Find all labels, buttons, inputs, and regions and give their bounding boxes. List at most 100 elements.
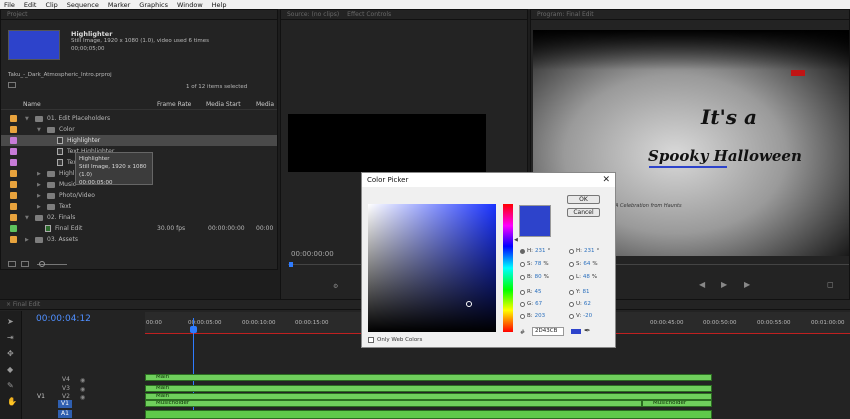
close-icon[interactable]: ✕: [602, 175, 610, 185]
chevron-down-icon[interactable]: ▼: [37, 127, 41, 133]
tab-program[interactable]: Program: Final Edit: [537, 11, 594, 18]
ok-button[interactable]: OK: [567, 195, 600, 204]
clip-musicholder-1[interactable]: Musicholder: [145, 400, 642, 407]
source-timecode[interactable]: 00:00:00:00: [291, 250, 334, 258]
chevron-right-icon[interactable]: ▶: [37, 182, 41, 188]
eye-icon[interactable]: ◉: [80, 386, 85, 393]
radio-button[interactable]: [569, 313, 574, 319]
only-web-colors-checkbox[interactable]: Only Web Colors: [368, 337, 422, 343]
menu-clip[interactable]: Clip: [45, 1, 57, 9]
track-select-tool-icon[interactable]: ⇥: [7, 333, 14, 342]
hand-tool-icon[interactable]: ✋: [7, 397, 17, 406]
field-u[interactable]: U: 62: [569, 301, 593, 307]
radio-button[interactable]: [569, 261, 574, 267]
field-b-hsb[interactable]: B: 80%: [520, 274, 549, 280]
source-playhead[interactable]: [289, 262, 293, 267]
menu-file[interactable]: File: [4, 1, 15, 9]
radio-button[interactable]: [520, 313, 525, 319]
menu-window[interactable]: Window: [177, 1, 203, 9]
menu-graphics[interactable]: Graphics: [139, 1, 168, 9]
tab-timeline[interactable]: × Final Edit: [6, 301, 40, 308]
clip-main-v4[interactable]: Main: [145, 374, 712, 381]
chevron-right-icon[interactable]: ▶: [37, 193, 41, 199]
step-back-icon[interactable]: ◀: [699, 280, 705, 289]
column-media[interactable]: Media: [256, 101, 274, 108]
icon-view-icon[interactable]: [21, 261, 29, 267]
zoom-slider-handle[interactable]: [39, 261, 45, 267]
play-icon[interactable]: ▶: [721, 280, 727, 289]
chevron-right-icon[interactable]: ▶: [37, 171, 41, 177]
chevron-right-icon[interactable]: ▶: [37, 204, 41, 210]
checkbox[interactable]: [368, 337, 374, 343]
field-v[interactable]: V: -20: [569, 313, 594, 319]
clip-main-v3[interactable]: Main: [145, 385, 712, 392]
radio-button[interactable]: [569, 301, 574, 307]
column-media-start[interactable]: Media Start: [206, 101, 241, 108]
clip-audio-a1[interactable]: [145, 410, 712, 419]
chevron-down-icon[interactable]: ▼: [25, 116, 29, 122]
menu-edit[interactable]: Edit: [24, 1, 37, 9]
eyedropper-icon[interactable]: ✒: [584, 326, 591, 335]
clip-musicholder-2[interactable]: Musicholder: [642, 400, 712, 407]
field-s-hsb[interactable]: S: 78%: [520, 261, 549, 267]
menu-marker[interactable]: Marker: [108, 1, 130, 9]
search-icon[interactable]: [8, 82, 16, 88]
timeline-timecode[interactable]: 00:00:04:12: [36, 314, 91, 324]
wrench-icon[interactable]: ⚙: [333, 283, 338, 290]
radio-button[interactable]: [569, 289, 574, 295]
ripple-tool-icon[interactable]: ✥: [7, 349, 14, 358]
field-b-rgb[interactable]: B: 203: [520, 313, 547, 319]
track-v4-label[interactable]: V4: [62, 376, 70, 383]
field-h-hsb[interactable]: H: 231 °: [520, 248, 550, 254]
column-frame-rate[interactable]: Frame Rate: [157, 101, 191, 108]
radio-button[interactable]: [520, 248, 525, 254]
tab-project[interactable]: Project: [7, 11, 28, 18]
hue-slider[interactable]: [503, 204, 513, 332]
radio-button[interactable]: [520, 261, 525, 267]
saturation-brightness-field[interactable]: [368, 204, 496, 332]
list-item[interactable]: ▼ 02. Finals: [1, 212, 277, 223]
list-item[interactable]: ▶ Text: [1, 201, 277, 212]
hue-slider-handle[interactable]: ◀: [514, 237, 518, 243]
list-view-icon[interactable]: [8, 261, 16, 267]
track-v1-label[interactable]: V1: [58, 400, 72, 408]
pen-tool-icon[interactable]: ✎: [7, 381, 14, 390]
field-g[interactable]: G: 67: [520, 301, 544, 307]
timeline-playhead-handle[interactable]: [190, 326, 197, 333]
radio-button[interactable]: [520, 274, 525, 280]
list-item[interactable]: ▼ Color: [1, 124, 277, 135]
hex-input[interactable]: 2D43CB: [532, 327, 564, 336]
tab-source[interactable]: Source: (no clips): [287, 11, 339, 18]
cancel-button[interactable]: Cancel: [567, 208, 600, 217]
track-v2-label[interactable]: V2: [62, 393, 70, 400]
tab-effect-controls[interactable]: Effect Controls: [347, 11, 391, 18]
eye-icon[interactable]: ◉: [80, 377, 85, 384]
list-item[interactable]: ▶ Photo/Video: [1, 190, 277, 201]
field-h-hsl[interactable]: H: 231 °: [569, 248, 599, 254]
field-y[interactable]: Y: 81: [569, 289, 591, 295]
list-item[interactable]: ▼ 01. Edit Placeholders: [1, 113, 277, 124]
menu-help[interactable]: Help: [212, 1, 227, 9]
selection-tool-icon[interactable]: ➤: [7, 317, 14, 326]
list-item-selected[interactable]: Highlighter: [1, 135, 277, 146]
chevron-right-icon[interactable]: ▶: [25, 237, 29, 243]
radio-button[interactable]: [569, 274, 574, 280]
field-s-hsl[interactable]: S: 64%: [569, 261, 598, 267]
color-field-cursor[interactable]: [466, 301, 472, 307]
track-a1-label[interactable]: A1: [58, 410, 72, 418]
export-frame-icon[interactable]: ◻: [827, 280, 834, 289]
razor-tool-icon[interactable]: ◆: [7, 365, 13, 374]
chevron-down-icon[interactable]: ▼: [25, 215, 29, 221]
radio-button[interactable]: [569, 248, 574, 254]
column-name[interactable]: Name: [23, 101, 41, 108]
field-r[interactable]: R: 45: [520, 289, 544, 295]
list-item[interactable]: ▶ 03. Assets: [1, 234, 277, 245]
radio-button[interactable]: [520, 301, 525, 307]
clip-main-v2[interactable]: Main: [145, 393, 712, 400]
source-patch-v1[interactable]: V1: [37, 393, 45, 400]
step-forward-icon[interactable]: ▶: [744, 280, 750, 289]
track-v3-label[interactable]: V3: [62, 385, 70, 392]
radio-button[interactable]: [520, 289, 525, 295]
eye-icon[interactable]: ◉: [80, 394, 85, 401]
list-item[interactable]: Final Edit 30.00 fps 00:00:00:00 00:00: [1, 223, 277, 234]
